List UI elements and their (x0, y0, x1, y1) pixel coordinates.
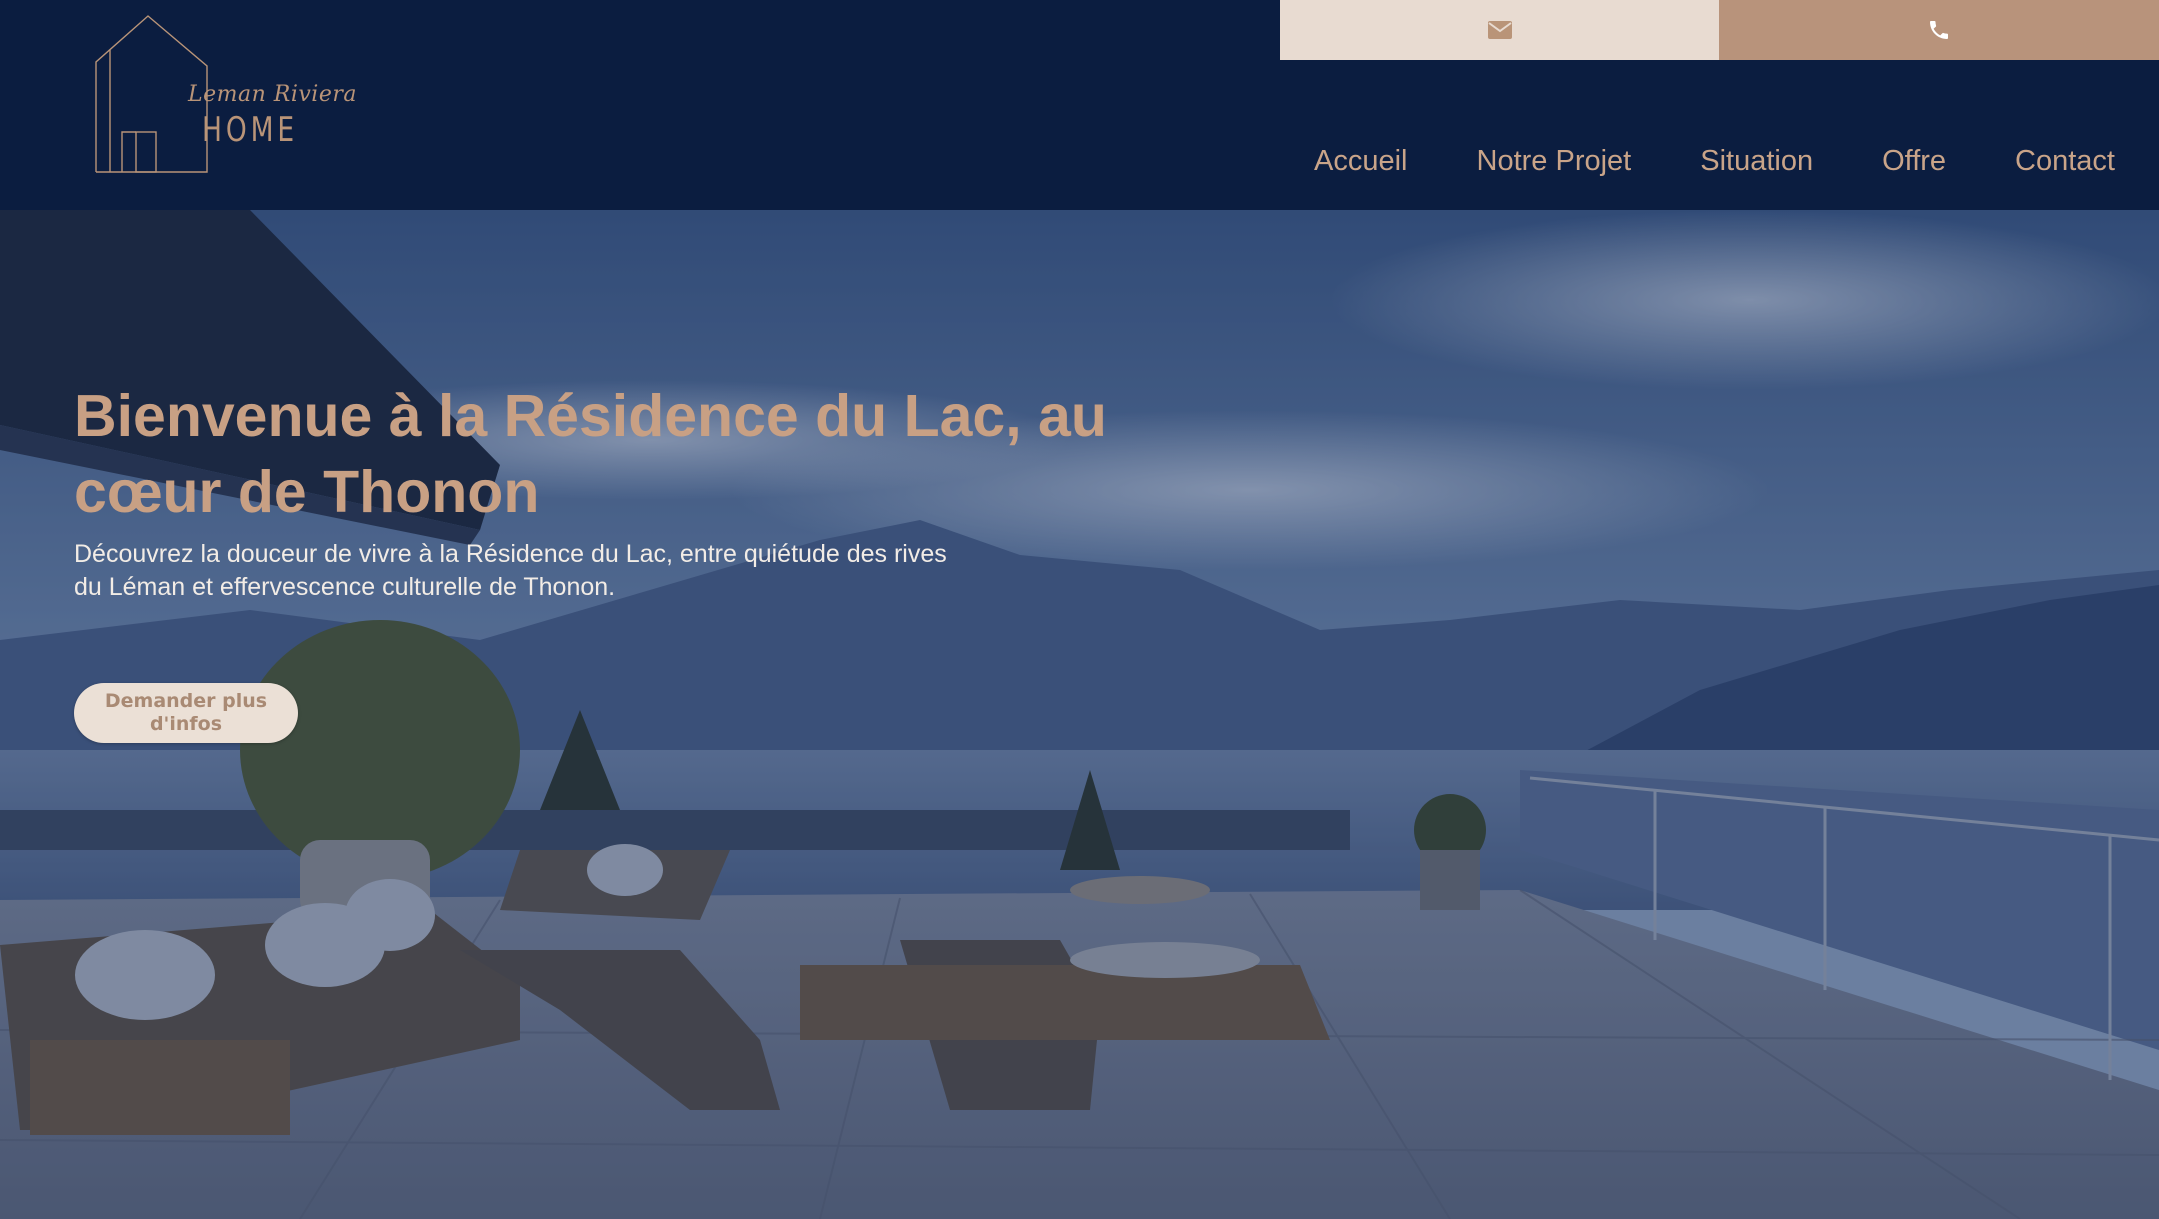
hero-subtitle: Découvrez la douceur de vivre à la Résid… (74, 540, 947, 601)
site-header: Leman Riviera HOME Accueil Notre Projet … (0, 0, 2159, 210)
phone-button[interactable] (1719, 0, 2159, 60)
nav-item-contact[interactable]: Contact (2015, 145, 2115, 178)
envelope-icon (1487, 21, 1512, 39)
request-info-button[interactable]: Demander plus d'infos (74, 683, 298, 743)
nav-item-accueil[interactable]: Accueil (1314, 145, 1408, 178)
logo-script-text: Leman Riviera (188, 82, 357, 107)
hero-section: Bienvenue à la Résidence du Lac, au cœur… (0, 210, 2159, 1219)
nav-item-situation[interactable]: Situation (1700, 145, 1813, 178)
page: Leman Riviera HOME Accueil Notre Projet … (0, 0, 2159, 1219)
hero-overlay (0, 210, 2159, 1219)
hero-content: Bienvenue à la Résidence du Lac, au cœur… (74, 378, 1224, 604)
phone-icon (1930, 21, 1948, 39)
request-info-label: Demander plus d'infos (104, 690, 268, 735)
nav-item-notre-projet[interactable]: Notre Projet (1477, 145, 1632, 178)
logo[interactable]: Leman Riviera HOME (92, 12, 357, 177)
email-button[interactable] (1280, 0, 1719, 60)
hero-title: Bienvenue à la Résidence du Lac, au cœur… (74, 383, 1107, 525)
main-nav: Accueil Notre Projet Situation Offre Con… (1314, 145, 2115, 178)
nav-item-offre[interactable]: Offre (1882, 145, 1946, 178)
contact-buttons (1280, 0, 2159, 60)
logo-home-text: HOME (202, 110, 299, 150)
